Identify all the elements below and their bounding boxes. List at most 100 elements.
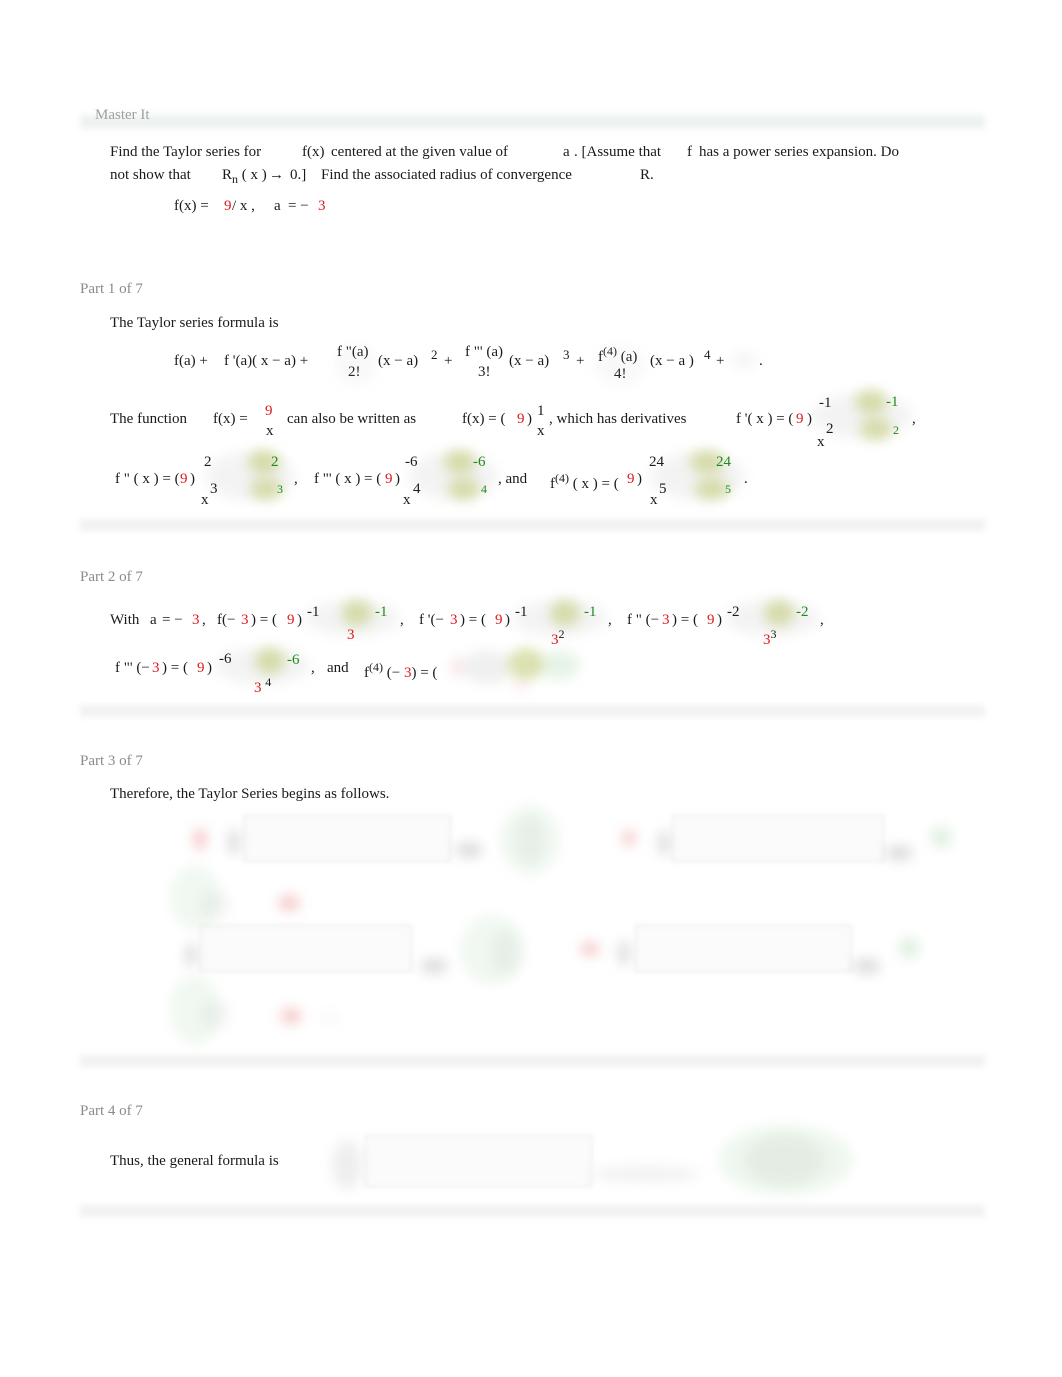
answer-blur [855,390,887,414]
blur [930,826,952,848]
math-f: f [687,144,692,160]
answer-blur [444,450,476,474]
term-2-power: (x − a) [378,353,419,369]
numerator: -6 [219,651,232,667]
blurred-input [244,815,451,862]
given-numerator: 9 [224,198,232,214]
argument: 3 [241,612,249,628]
problem-text: has a power series expansion. Do [699,144,899,160]
blur [885,845,913,861]
derivative-label: f " ( x ) = ( [115,471,180,487]
denominator-x: x [650,492,658,508]
derivative-label: f "' ( x ) = ( [314,471,382,487]
answer-blur [860,418,892,440]
argument: 3 [450,612,458,628]
section-divider [80,704,985,718]
blur [595,345,645,385]
coefficient: 9 [287,612,295,628]
blur [618,940,630,966]
answer-exp: 5 [725,482,731,496]
paren: ) [297,612,302,628]
paren: ) [395,471,400,487]
coefficient: 9 [197,660,205,676]
math-fx: f(x) [302,144,325,160]
blur [898,937,920,959]
rn-argument: ( x ) [241,167,267,183]
denominator: 33 [763,627,777,649]
numerator: 2 [204,454,212,470]
answer-blur [514,680,528,692]
with-text: With [110,612,140,628]
equals: = − [162,612,183,628]
blur [318,1012,342,1024]
coefficient: 9 [627,471,635,487]
term-3-exp: 3 [563,347,570,362]
denominator-base: 3 [551,632,559,648]
term-2-exp: 2 [431,347,438,362]
label: (− [386,665,401,681]
blur [200,890,230,920]
denominator-x: x [817,434,825,450]
text: , which has derivatives [549,411,687,427]
section-divider [80,518,985,532]
rn-symbol: R [222,167,233,183]
numerator: 24 [649,454,664,470]
a-symbol: a [150,612,157,628]
answer-blur [550,600,580,626]
argument: ( x ) = ( [572,476,619,492]
paren: ) [717,612,722,628]
rn-subscript: n [232,172,239,186]
coefficient: 9 [385,471,393,487]
coefficient: 9 [495,612,503,628]
answer-blur [764,600,794,626]
part-intro: Thus, the general formula is [110,1153,279,1169]
a-value: 3 [192,612,200,628]
paren: ) [637,471,642,487]
blur [490,930,520,975]
argument: 3 [152,660,160,676]
denominator-exp: 4 [413,481,421,497]
given-rest: / x , [232,198,255,214]
answer-blur [448,478,480,500]
answer-blur [342,600,372,626]
answer-exp: 3 [277,482,283,496]
math-rn: Rn ( x ) [222,167,267,187]
math-a: a [563,144,570,160]
paren: ) [527,411,532,427]
and-text: and [327,660,349,676]
label: f " (− [627,612,660,628]
order-superscript: (4) [555,471,569,485]
numerator: -1 [819,395,832,411]
problem-text: 0.] [290,167,307,183]
argument: 3 [662,612,670,628]
and-text: , and [498,471,528,487]
blur [420,958,448,974]
part-title: Part 2 of 7 [80,569,143,585]
term-1: f '(a)( x − a) + [224,353,309,369]
comma: , [912,411,916,427]
header-bar [80,114,985,130]
coefficient: 9 [707,612,715,628]
blur [280,1008,302,1024]
blur [590,1166,700,1182]
denominator-base: 3 [254,680,262,696]
section-divider [80,1204,985,1218]
answer-numerator: 2 [271,454,279,470]
comma: , [608,612,612,628]
label: ) = ( [251,612,277,628]
math-r: R. [640,167,654,183]
section-divider [80,1054,985,1068]
label: f '(− [419,612,444,628]
blur [455,842,483,858]
term-4-power: (x − a ) [650,353,694,369]
answer: -1 [375,604,388,620]
paren: ) [190,471,195,487]
blurred-input [635,925,852,972]
answer-exp: 4 [481,482,487,496]
comma: , [294,471,298,487]
blur [515,815,545,865]
blur [200,1000,230,1030]
numerator: -1 [515,604,528,620]
problem-text: not show that [110,167,191,183]
answer-numerator: -6 [473,454,486,470]
